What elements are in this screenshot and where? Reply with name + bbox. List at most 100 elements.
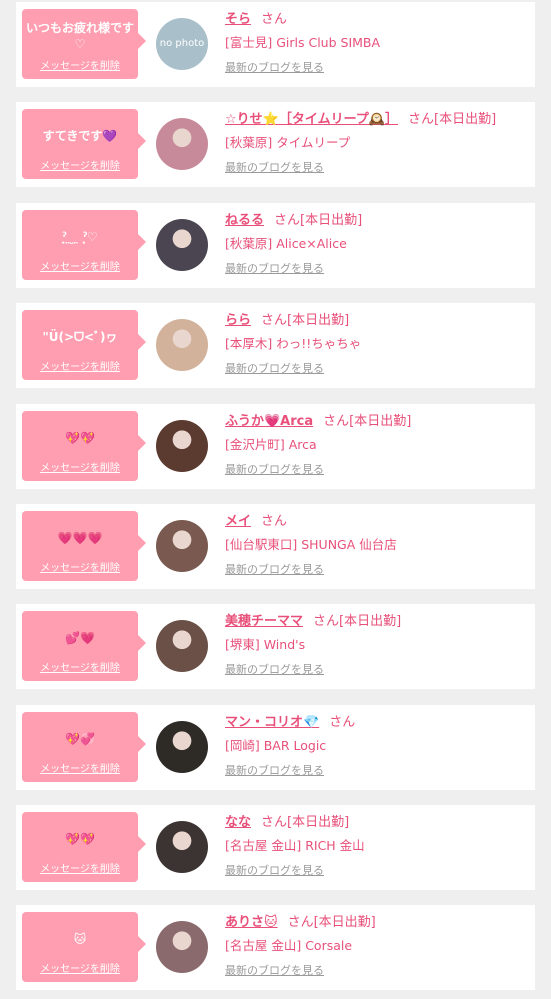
message-card: 🐱 メッセージを削除 ありさ🐱 さん[本日出勤] [名古屋 金山] Corsale… <box>16 905 535 990</box>
message-text: すてきです💜 <box>42 129 118 143</box>
message-bubble: 💖💞 メッセージを削除 <box>22 712 146 782</box>
message-text: 💖💖 <box>65 431 95 445</box>
message-card: "Ü(>ᗜ<ﾞ)ヮ メッセージを削除 らら さん[本日出勤] [本厚木] わっ!!… <box>16 303 535 388</box>
honorific: さん <box>287 915 314 930</box>
user-name-link[interactable]: らら <box>225 313 251 328</box>
user-name-link[interactable]: ふうか💗Arca <box>225 414 313 429</box>
user-name-link[interactable]: ねるる <box>225 213 264 228</box>
working-today-badge: [本日出勤] <box>434 112 497 127</box>
shop-info: [名古屋 金山] RICH 金山 <box>225 838 365 853</box>
working-today-badge: [本日出勤] <box>300 213 363 228</box>
latest-blog-link[interactable]: 最新のブログを見る <box>225 159 324 175</box>
shop-info: [秋葉原] Alice×Alice <box>225 236 347 251</box>
avatar[interactable] <box>156 219 208 271</box>
message-bubble: 💕💗 メッセージを削除 <box>22 611 146 681</box>
user-name-link[interactable]: なな <box>225 815 251 830</box>
name-line: そら さん <box>225 11 529 29</box>
name-line: メイ さん <box>225 513 529 531</box>
working-today-badge: [本日出勤] <box>349 414 412 429</box>
user-name-link[interactable]: マン・コリオ💎 <box>225 715 319 730</box>
message-text: 💖💞 <box>65 732 95 746</box>
user-name-link[interactable]: メイ <box>225 514 251 529</box>
latest-blog-link[interactable]: 最新のブログを見る <box>225 360 324 376</box>
message-bubble: いつもお疲れ様です♡ メッセージを削除 <box>22 9 146 79</box>
shop-info: [富士見] Girls Club SIMBA <box>225 35 381 50</box>
message-text: ˀ̣ ̤ ̮ ̤ ˀ̣♡ <box>62 230 98 244</box>
message-text: "Ü(>ᗜ<ﾞ)ヮ <box>42 330 118 344</box>
user-name-link[interactable]: 美穂チーママ <box>225 614 303 629</box>
avatar[interactable] <box>156 420 208 472</box>
message-bubble: 💗💗💗 メッセージを削除 <box>22 511 146 581</box>
latest-blog-link[interactable]: 最新のブログを見る <box>225 661 324 677</box>
avatar[interactable] <box>156 118 208 170</box>
name-line: ありさ🐱 さん[本日出勤] <box>225 914 529 932</box>
honorific: さん <box>261 12 288 27</box>
shop-info: [岡崎] BAR Logic <box>225 738 327 753</box>
avatar[interactable] <box>156 821 208 873</box>
working-today-badge: [本日出勤] <box>339 614 402 629</box>
honorific: さん <box>261 313 288 328</box>
latest-blog-link[interactable]: 最新のブログを見る <box>225 962 324 978</box>
working-today-badge: [本日出勤] <box>287 313 350 328</box>
name-line: マン・コリオ💎 さん <box>225 714 529 732</box>
shop-info: [仙台駅東口] SHUNGA 仙台店 <box>225 537 397 552</box>
message-list: いつもお疲れ様です♡ メッセージを削除 no photo そら さん [富士見] … <box>0 0 551 999</box>
latest-blog-link[interactable]: 最新のブログを見る <box>225 260 324 276</box>
message-bubble: 💖💖 メッセージを削除 <box>22 411 146 481</box>
name-line: ねるる さん[本日出勤] <box>225 212 529 230</box>
latest-blog-link[interactable]: 最新のブログを見る <box>225 862 324 878</box>
avatar[interactable] <box>156 921 208 973</box>
name-line: ふうか💗Arca さん[本日出勤] <box>225 413 529 431</box>
message-bubble: 💖💖 メッセージを削除 <box>22 812 146 882</box>
avatar[interactable] <box>156 520 208 572</box>
name-line: らら さん[本日出勤] <box>225 312 529 330</box>
user-name-link[interactable]: ☆りせ⭐［タイムリープ🕰️］ <box>225 112 398 127</box>
working-today-badge: [本日出勤] <box>287 815 350 830</box>
message-card: 💖💞 メッセージを削除 マン・コリオ💎 さん [岡崎] BAR Logic 最新の… <box>16 705 535 790</box>
message-bubble: ˀ̣ ̤ ̮ ̤ ˀ̣♡ メッセージを削除 <box>22 210 146 280</box>
message-card: 💖💖 メッセージを削除 ふうか💗Arca さん[本日出勤] [金沢片町] Arca… <box>16 404 535 489</box>
latest-blog-link[interactable]: 最新のブログを見る <box>225 461 324 477</box>
message-card: 💗💗💗 メッセージを削除 メイ さん [仙台駅東口] SHUNGA 仙台店 最新の… <box>16 504 535 589</box>
delete-message-link[interactable]: メッセージを削除 <box>22 358 138 373</box>
message-text: 💗💗💗 <box>57 531 103 545</box>
honorific: さん <box>408 112 435 127</box>
honorific: さん <box>313 614 340 629</box>
message-text: いつもお疲れ様です♡ <box>26 21 134 51</box>
delete-message-link[interactable]: メッセージを削除 <box>22 459 138 474</box>
message-text: 🐱 <box>73 932 87 946</box>
delete-message-link[interactable]: メッセージを削除 <box>22 559 138 574</box>
shop-info: [本厚木] わっ!!ちゃちゃ <box>225 336 362 351</box>
shop-info: [堺東] Wind's <box>225 637 306 652</box>
delete-message-link[interactable]: メッセージを削除 <box>22 57 138 72</box>
shop-info: [金沢片町] Arca <box>225 437 317 452</box>
avatar[interactable] <box>156 319 208 371</box>
avatar[interactable] <box>156 721 208 773</box>
honorific: さん <box>261 815 288 830</box>
no-photo-label: no photo <box>159 38 205 49</box>
delete-message-link[interactable]: メッセージを削除 <box>22 860 138 875</box>
message-bubble: "Ü(>ᗜ<ﾞ)ヮ メッセージを削除 <box>22 310 146 380</box>
message-text: 💕💗 <box>65 631 95 645</box>
message-card: ˀ̣ ̤ ̮ ̤ ˀ̣♡ メッセージを削除 ねるる さん[本日出勤] [秋葉原] … <box>16 203 535 288</box>
message-bubble: すてきです💜 メッセージを削除 <box>22 109 146 179</box>
avatar[interactable] <box>156 620 208 672</box>
delete-message-link[interactable]: メッセージを削除 <box>22 659 138 674</box>
user-name-link[interactable]: そら <box>225 12 251 27</box>
message-card: 💕💗 メッセージを削除 美穂チーママ さん[本日出勤] [堺東] Wind's 最… <box>16 604 535 689</box>
shop-info: [名古屋 金山] Corsale <box>225 938 353 953</box>
name-line: なな さん[本日出勤] <box>225 814 529 832</box>
latest-blog-link[interactable]: 最新のブログを見る <box>225 59 324 75</box>
name-line: 美穂チーママ さん[本日出勤] <box>225 613 529 631</box>
avatar[interactable]: no photo <box>156 18 208 70</box>
latest-blog-link[interactable]: 最新のブログを見る <box>225 762 324 778</box>
working-today-badge: [本日出勤] <box>313 915 376 930</box>
user-name-link[interactable]: ありさ🐱 <box>225 915 278 930</box>
delete-message-link[interactable]: メッセージを削除 <box>22 760 138 775</box>
honorific: さん <box>329 715 356 730</box>
delete-message-link[interactable]: メッセージを削除 <box>22 258 138 273</box>
delete-message-link[interactable]: メッセージを削除 <box>22 960 138 975</box>
delete-message-link[interactable]: メッセージを削除 <box>22 157 138 172</box>
latest-blog-link[interactable]: 最新のブログを見る <box>225 561 324 577</box>
honorific: さん <box>323 414 350 429</box>
